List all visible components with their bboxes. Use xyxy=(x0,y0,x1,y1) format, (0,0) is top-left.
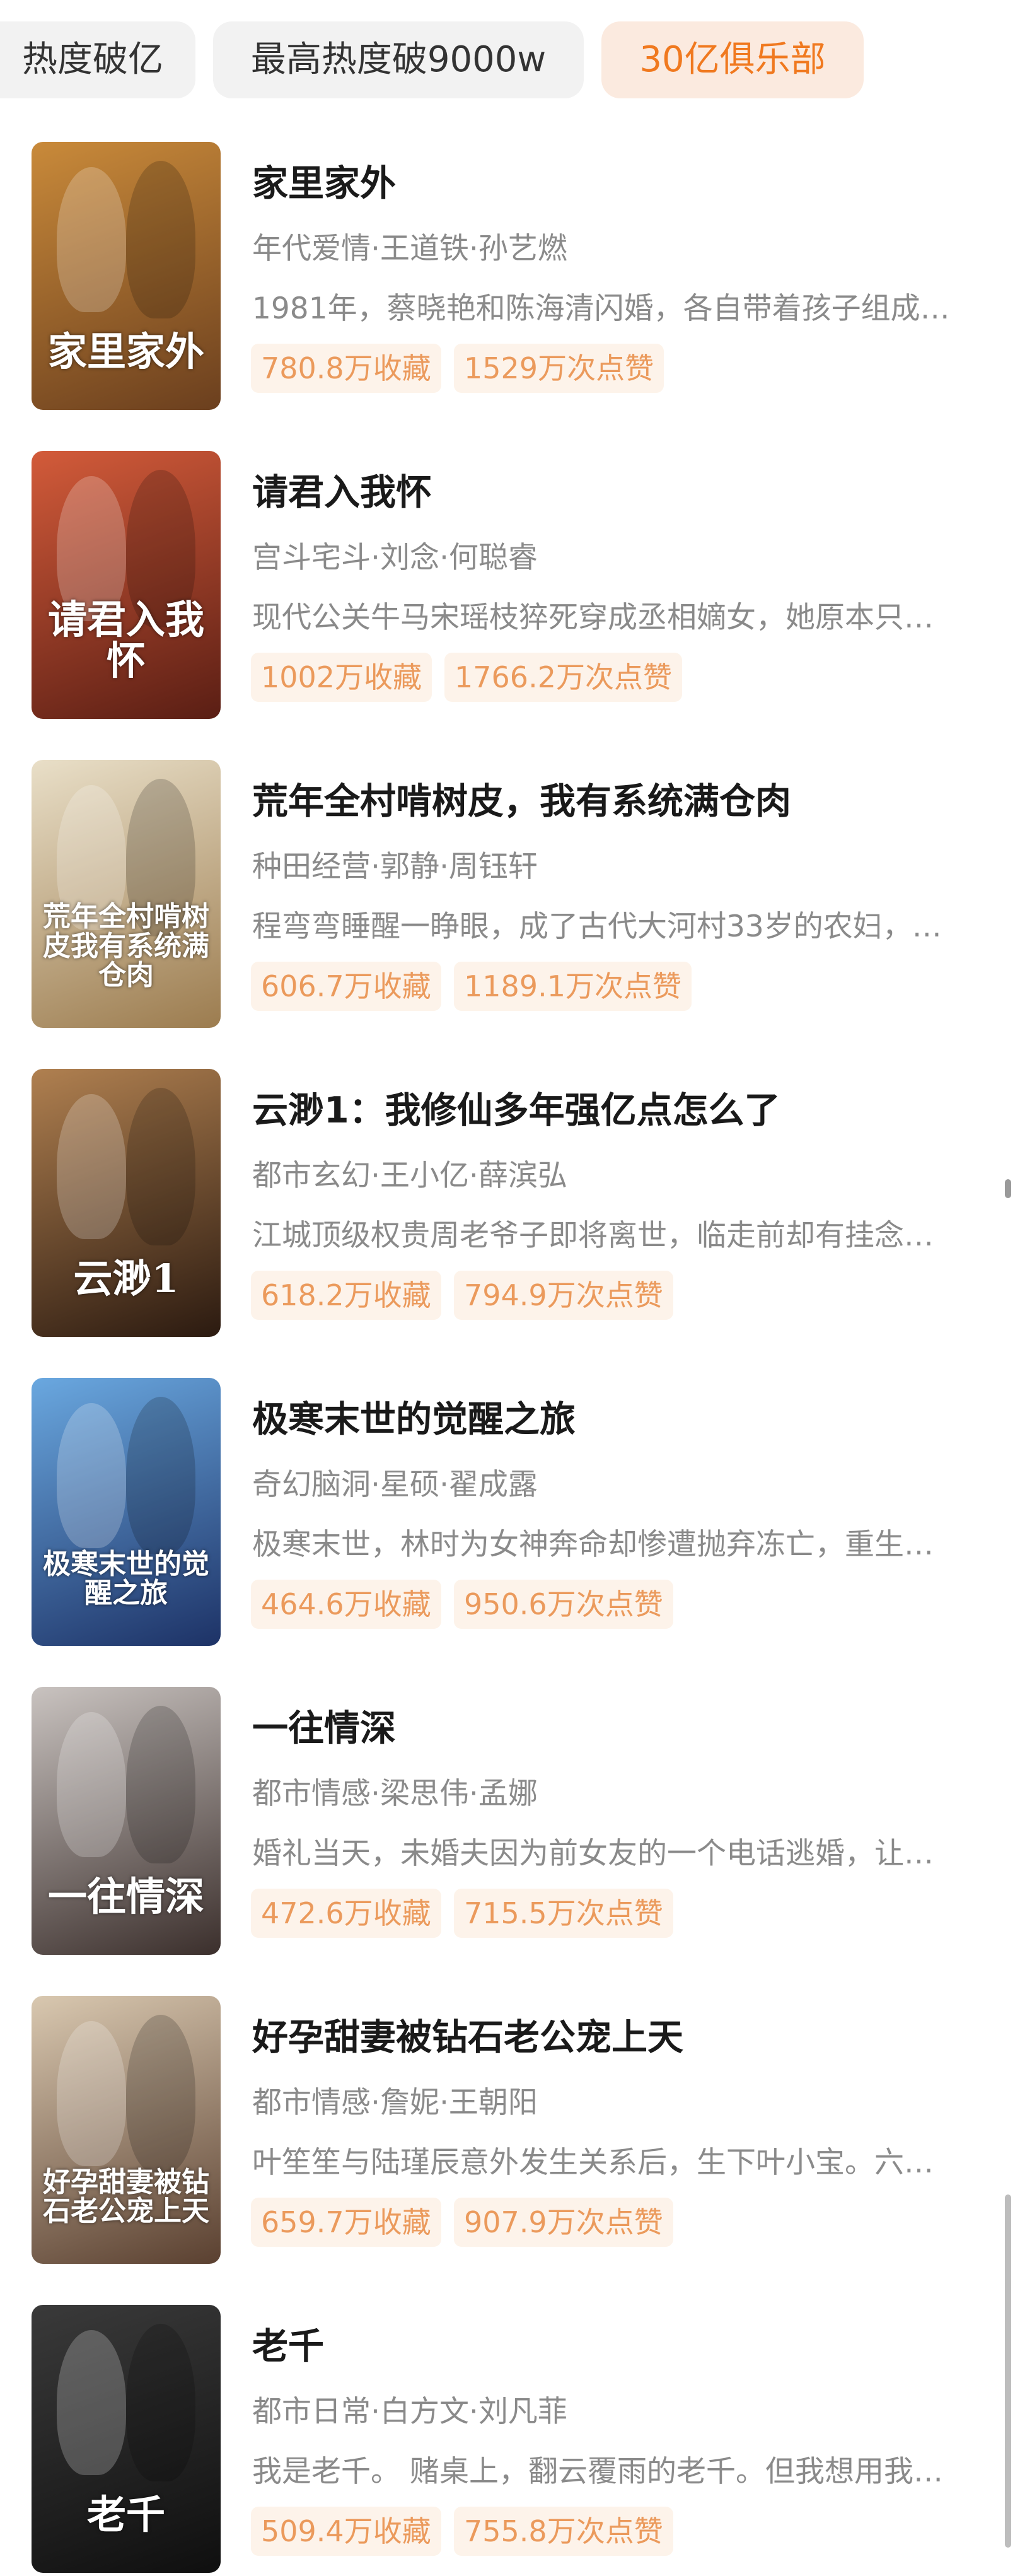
poster-figure xyxy=(57,1712,126,1857)
list-item[interactable]: 一往情深 一往情深 都市情感·梁思伟·孟娜 婚礼当天，未婚夫因为前女友的一个电话逃婚，… xyxy=(0,1687,1020,1958)
collect-count-badge: 1002万收藏 xyxy=(251,653,432,702)
drama-description: 极寒末世，林时为女神奔命却惨遭抛弃冻亡，重生… xyxy=(252,1527,934,1562)
list-item[interactable]: 家里家外 家里家外 年代爱情·王道铁·孙艺燃 1981年，蔡晓艳和陈海清闪婚，各自带着… xyxy=(0,142,1020,413)
poster-title-art: 好孕甜妻被钻石老公宠上天 xyxy=(43,2165,209,2227)
drama-tags: 种田经营·郭静·周钰轩 xyxy=(252,849,538,884)
drama-title[interactable]: 好孕甜妻被钻石老公宠上天 xyxy=(252,2008,683,2060)
list-item[interactable]: 好孕甜妻被钻石老公宠上天 好孕甜妻被钻石老公宠上天 都市情感·詹妮·王朝阳 叶笙笙与陆… xyxy=(0,1996,1020,2267)
like-count-badge: 1766.2万次点赞 xyxy=(444,653,682,702)
poster-image[interactable]: 云渺1 xyxy=(32,1069,221,1337)
list-item[interactable]: 请君入我怀 请君入我怀 宫斗宅斗·刘念·何聪睿 现代公关牛马宋瑶枝猝死穿成丞相嫡女，她… xyxy=(0,451,1020,722)
poster-title-art: 请君入我怀 xyxy=(47,596,204,684)
drama-tags: 都市日常·白方文·刘凡菲 xyxy=(252,2394,567,2429)
like-count-badge: 907.9万次点赞 xyxy=(454,2198,673,2247)
drama-title[interactable]: 云渺1：我修仙多年强亿点怎么了 xyxy=(252,1081,780,1133)
poster-figure xyxy=(57,1094,126,1239)
poster-title-art: 老千 xyxy=(86,2491,165,2538)
scroll-indicator xyxy=(1005,1179,1011,1198)
tab-3b-club[interactable]: 30亿俱乐部 xyxy=(601,21,864,98)
like-count-badge: 794.9万次点赞 xyxy=(454,1271,673,1320)
poster-figure xyxy=(126,1397,195,1554)
poster-figure xyxy=(57,1403,126,1548)
poster-title-art: 云渺1 xyxy=(73,1255,179,1302)
poster-title-art: 极寒末世的觉醒之旅 xyxy=(43,1547,209,1609)
drama-tags: 奇幻脑洞·星硕·翟成露 xyxy=(252,1467,538,1502)
category-tabs: 热度破亿 最高热度破9000w 30亿俱乐部 xyxy=(0,0,1020,129)
like-count-badge: 1189.1万次点赞 xyxy=(454,962,692,1011)
drama-tags: 年代爱情·王道铁·孙艺燃 xyxy=(252,231,567,266)
drama-description: 程弯弯睡醒一睁眼，成了古代大河村33岁的农妇，… xyxy=(252,909,942,944)
drama-tags: 都市情感·梁思伟·孟娜 xyxy=(252,1776,538,1811)
list-item[interactable]: 老千 老千 都市日常·白方文·刘凡菲 我是老千。 赌桌上，翻云覆雨的老千。但我想用我…… xyxy=(0,2305,1020,2576)
poster-image[interactable]: 家里家外 xyxy=(32,142,221,410)
drama-description: 我是老千。 赌桌上，翻云覆雨的老千。但我想用我… xyxy=(252,2454,943,2489)
collect-count-badge: 509.4万收藏 xyxy=(251,2507,441,2556)
poster-figure xyxy=(57,2021,126,2166)
poster-figure xyxy=(126,161,195,318)
like-count-badge: 1529万次点赞 xyxy=(454,344,664,393)
drama-title[interactable]: 荒年全村啃树皮，我有系统满仓肉 xyxy=(252,772,791,824)
drama-title[interactable]: 家里家外 xyxy=(252,154,396,206)
poster-image[interactable]: 请君入我怀 xyxy=(32,451,221,719)
tab-hot-over-100m[interactable]: 热度破亿 xyxy=(0,21,195,98)
drama-description: 江城顶级权贵周老爷子即将离世，临走前却有挂念… xyxy=(252,1218,934,1253)
drama-title[interactable]: 老千 xyxy=(252,2317,324,2369)
drama-title[interactable]: 一往情深 xyxy=(252,1699,396,1751)
like-count-badge: 715.5万次点赞 xyxy=(454,1889,673,1938)
like-count-badge: 755.8万次点赞 xyxy=(454,2507,673,2556)
poster-figure xyxy=(126,2015,195,2172)
like-count-badge: 950.6万次点赞 xyxy=(454,1580,673,1629)
drama-description: 现代公关牛马宋瑶枝猝死穿成丞相嫡女，她原本只… xyxy=(252,600,934,635)
drama-title[interactable]: 极寒末世的觉醒之旅 xyxy=(252,1390,576,1442)
drama-tags: 都市玄幻·王小亿·薛滨弘 xyxy=(252,1158,567,1193)
poster-image[interactable]: 老千 xyxy=(32,2305,221,2573)
tab-max-hot-over-90m[interactable]: 最高热度破9000w xyxy=(213,21,584,98)
poster-title-art: 一往情深 xyxy=(47,1873,204,1920)
poster-figure xyxy=(126,1088,195,1245)
list-item[interactable]: 荒年全村啃树皮我有系统满仓肉 荒年全村啃树皮，我有系统满仓肉种田经营·郭静·周钰轩… xyxy=(0,760,1020,1031)
drama-tags: 宫斗宅斗·刘念·何聪睿 xyxy=(252,540,538,575)
poster-figure xyxy=(126,2324,195,2481)
poster-figure xyxy=(57,167,126,312)
list-item[interactable]: 云渺1 云渺1：我修仙多年强亿点怎么了都市玄幻·王小亿·薛滨弘江城顶级权贵周老爷子… xyxy=(0,1069,1020,1340)
drama-description: 叶笙笙与陆瑾辰意外发生关系后，生下叶小宝。六… xyxy=(252,2145,934,2180)
poster-image[interactable]: 荒年全村啃树皮我有系统满仓肉 xyxy=(32,760,221,1028)
scrollbar[interactable] xyxy=(1005,2194,1011,2548)
collect-count-badge: 780.8万收藏 xyxy=(251,344,441,393)
poster-image[interactable]: 好孕甜妻被钻石老公宠上天 xyxy=(32,1996,221,2264)
drama-title[interactable]: 请君入我怀 xyxy=(252,463,432,515)
drama-tags: 都市情感·詹妮·王朝阳 xyxy=(252,2085,538,2120)
collect-count-badge: 464.6万收藏 xyxy=(251,1580,441,1629)
poster-image[interactable]: 极寒末世的觉醒之旅 xyxy=(32,1378,221,1646)
collect-count-badge: 659.7万收藏 xyxy=(251,2198,441,2247)
collect-count-badge: 472.6万收藏 xyxy=(251,1889,441,1938)
poster-figure xyxy=(57,2330,126,2475)
collect-count-badge: 606.7万收藏 xyxy=(251,962,441,1011)
poster-title-art: 家里家外 xyxy=(47,328,204,375)
list-item[interactable]: 极寒末世的觉醒之旅 极寒末世的觉醒之旅 奇幻脑洞·星硕·翟成露 极寒末世，林时为女神奔… xyxy=(0,1378,1020,1649)
collect-count-badge: 618.2万收藏 xyxy=(251,1271,441,1320)
poster-image[interactable]: 一往情深 xyxy=(32,1687,221,1955)
poster-title-art: 荒年全村啃树皮我有系统满仓肉 xyxy=(43,900,209,991)
poster-figure xyxy=(126,1706,195,1863)
drama-description: 婚礼当天，未婚夫因为前女友的一个电话逃婚，让… xyxy=(252,1836,934,1871)
drama-description: 1981年，蔡晓艳和陈海清闪婚，各自带着孩子组成… xyxy=(252,291,950,326)
